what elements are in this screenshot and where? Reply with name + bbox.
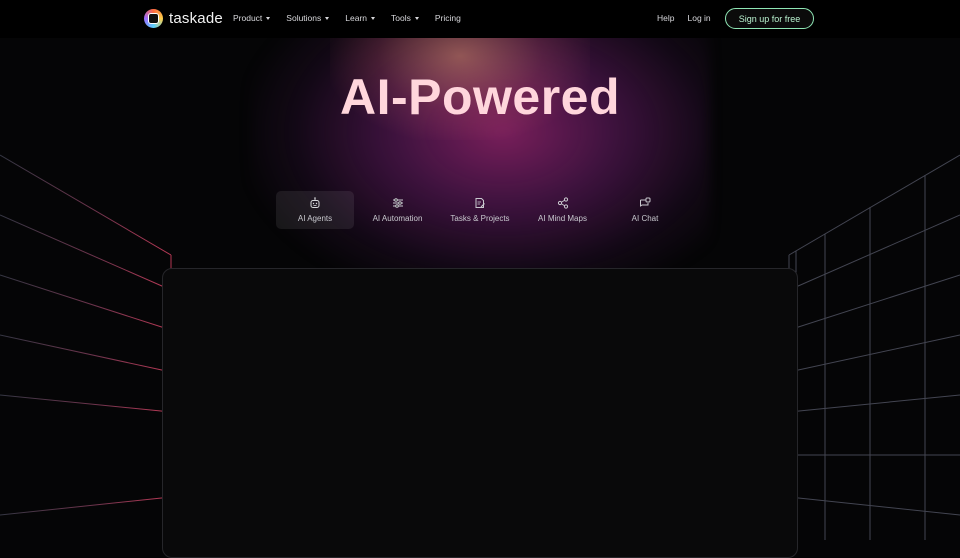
menu-item-label: Solutions [286, 13, 322, 23]
tab-ai-mind-maps[interactable]: AI Mind Maps [524, 191, 602, 229]
menu-item-solutions[interactable]: Solutions [286, 13, 330, 23]
background-glow [250, 20, 710, 300]
main-menu: Product Solutions Learn Tools Pricing [233, 13, 477, 23]
menu-item-label: Pricing [434, 13, 461, 23]
chevron-down-icon [371, 16, 376, 20]
logo-icon [144, 9, 163, 28]
feature-tabs: AI Agents AI Automation Tasks & Projects [276, 191, 689, 229]
tab-ai-chat[interactable]: AI Chat [606, 191, 684, 229]
logo-text: taskade [169, 10, 223, 27]
demo-panel [162, 268, 798, 558]
menu-item-learn[interactable]: Learn [345, 13, 376, 23]
menu-item-product[interactable]: Product [233, 13, 271, 23]
tab-tasks-projects[interactable]: Tasks & Projects [441, 191, 519, 229]
tab-label: Tasks & Projects [450, 214, 510, 223]
hero-headline: AI-Powered [339, 69, 621, 125]
tab-label: AI Mind Maps [538, 214, 587, 223]
tab-label: AI Agents [297, 214, 333, 223]
help-link[interactable]: Help [657, 13, 674, 23]
top-navbar: taskade Product Solutions Learn Tools Pr… [0, 0, 960, 38]
chevron-down-icon [414, 16, 419, 20]
chat-icon [640, 197, 651, 207]
share-nodes-icon [557, 197, 568, 209]
tab-ai-automation[interactable]: AI Automation [359, 191, 437, 229]
menu-item-tools[interactable]: Tools [391, 13, 419, 23]
taskade-logo[interactable]: taskade [144, 9, 223, 28]
sliders-icon [392, 198, 403, 208]
menu-item-label: Learn [345, 13, 368, 23]
document-edit-icon [475, 198, 485, 208]
tab-label: AI Chat [631, 214, 659, 223]
signup-button[interactable]: Sign up for free [725, 8, 814, 29]
menu-item-label: Product [233, 13, 263, 23]
chevron-down-icon [266, 16, 271, 20]
robot-icon [310, 197, 320, 208]
tab-ai-agents[interactable]: AI Agents [276, 191, 354, 229]
tab-label: AI Automation [372, 214, 423, 223]
account-links: Help Log in [657, 13, 724, 23]
menu-item-pricing[interactable]: Pricing [435, 13, 461, 23]
login-link[interactable]: Log in [687, 13, 710, 23]
chevron-down-icon [325, 16, 330, 20]
menu-item-label: Tools [391, 13, 411, 23]
